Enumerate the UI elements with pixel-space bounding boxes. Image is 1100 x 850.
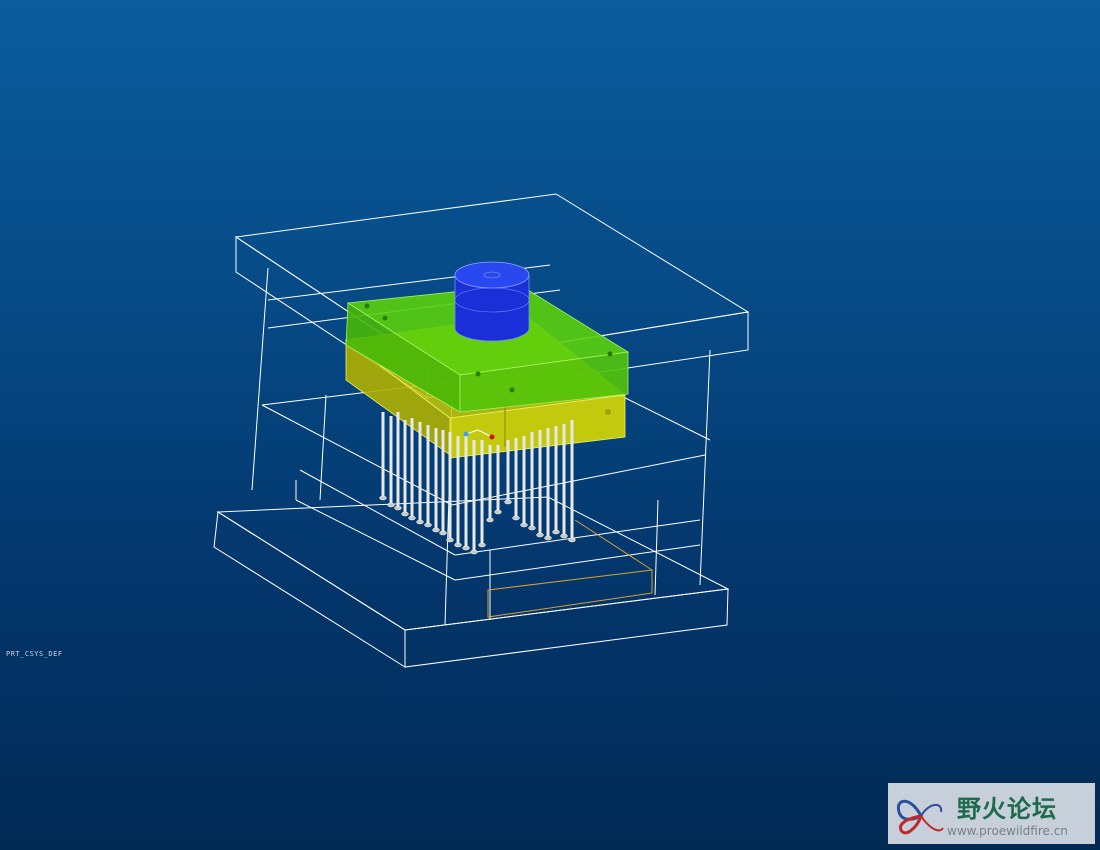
ejector-pin-head — [552, 529, 560, 535]
ejector-pin — [522, 436, 526, 525]
ejector-pin — [514, 438, 518, 518]
model-viewport[interactable] — [0, 0, 1100, 850]
watermark-title: 野火论坛 — [957, 795, 1057, 823]
ejector-pin — [389, 416, 393, 505]
ejector-pin — [448, 432, 452, 540]
ejector-pin — [464, 436, 468, 548]
ejector-pin — [488, 445, 492, 520]
ejector-pin — [562, 424, 566, 536]
ejector-pin — [441, 430, 445, 533]
ejector-pin-head — [470, 549, 478, 555]
ejector-pin-head — [520, 522, 528, 528]
ejector-pin — [480, 440, 484, 545]
ejector-pin — [472, 440, 476, 552]
bottom-clamp-plate — [213, 496, 730, 668]
ejector-pin-head — [504, 499, 512, 505]
ejector-pin-head — [494, 509, 502, 515]
ejector-plate-outline — [487, 519, 653, 618]
ejector-pin-head — [439, 530, 447, 536]
ejector-pin-head — [394, 505, 402, 511]
ejector-pin — [530, 432, 534, 528]
ejector-pin — [410, 418, 414, 518]
ejector-pin-head — [454, 542, 462, 548]
ejector-pin — [381, 412, 385, 498]
ejector-pin-head — [486, 517, 494, 523]
csys-label: PRT_CSYS_DEF — [6, 650, 63, 658]
ejector-pin-head — [544, 535, 552, 541]
forum-watermark: 野火论坛 www.proewildfire.cn — [888, 783, 1095, 844]
watermark-url: www.proewildfire.cn — [947, 824, 1068, 838]
ejector-pin — [570, 420, 574, 540]
ejector-pin — [456, 436, 460, 545]
ejector-pin — [403, 420, 407, 514]
ejector-pin-head — [424, 522, 432, 528]
ejector-pin-head — [432, 527, 440, 533]
ejector-pin-head — [401, 511, 409, 517]
ejector-pin-head — [560, 533, 568, 539]
ejector-pin-head — [478, 542, 486, 548]
ejector-pin-head — [528, 525, 536, 531]
ejector-pin — [396, 412, 400, 508]
ejector-pin — [538, 430, 542, 535]
ejector-pin-head — [512, 515, 520, 521]
sprue-bushing[interactable] — [454, 261, 530, 342]
ejector-pin — [554, 426, 558, 532]
ejector-pin-head — [568, 537, 576, 543]
ejector-pin-head — [462, 545, 470, 551]
ejector-pin — [496, 445, 500, 512]
ejector-pin — [426, 425, 430, 525]
ejector-pin — [418, 422, 422, 522]
ejector-pin — [434, 428, 438, 530]
ejector-pin-head — [416, 519, 424, 525]
ejector-pin-head — [408, 515, 416, 521]
ejector-pin-head — [379, 495, 387, 501]
butterfly-logo-icon — [896, 799, 944, 835]
ejector-pin-head — [446, 537, 454, 543]
ejector-pin — [546, 428, 550, 538]
ejector-pin-head — [387, 502, 395, 508]
ejector-pin-head — [536, 532, 544, 538]
ejector-pin — [506, 440, 510, 502]
